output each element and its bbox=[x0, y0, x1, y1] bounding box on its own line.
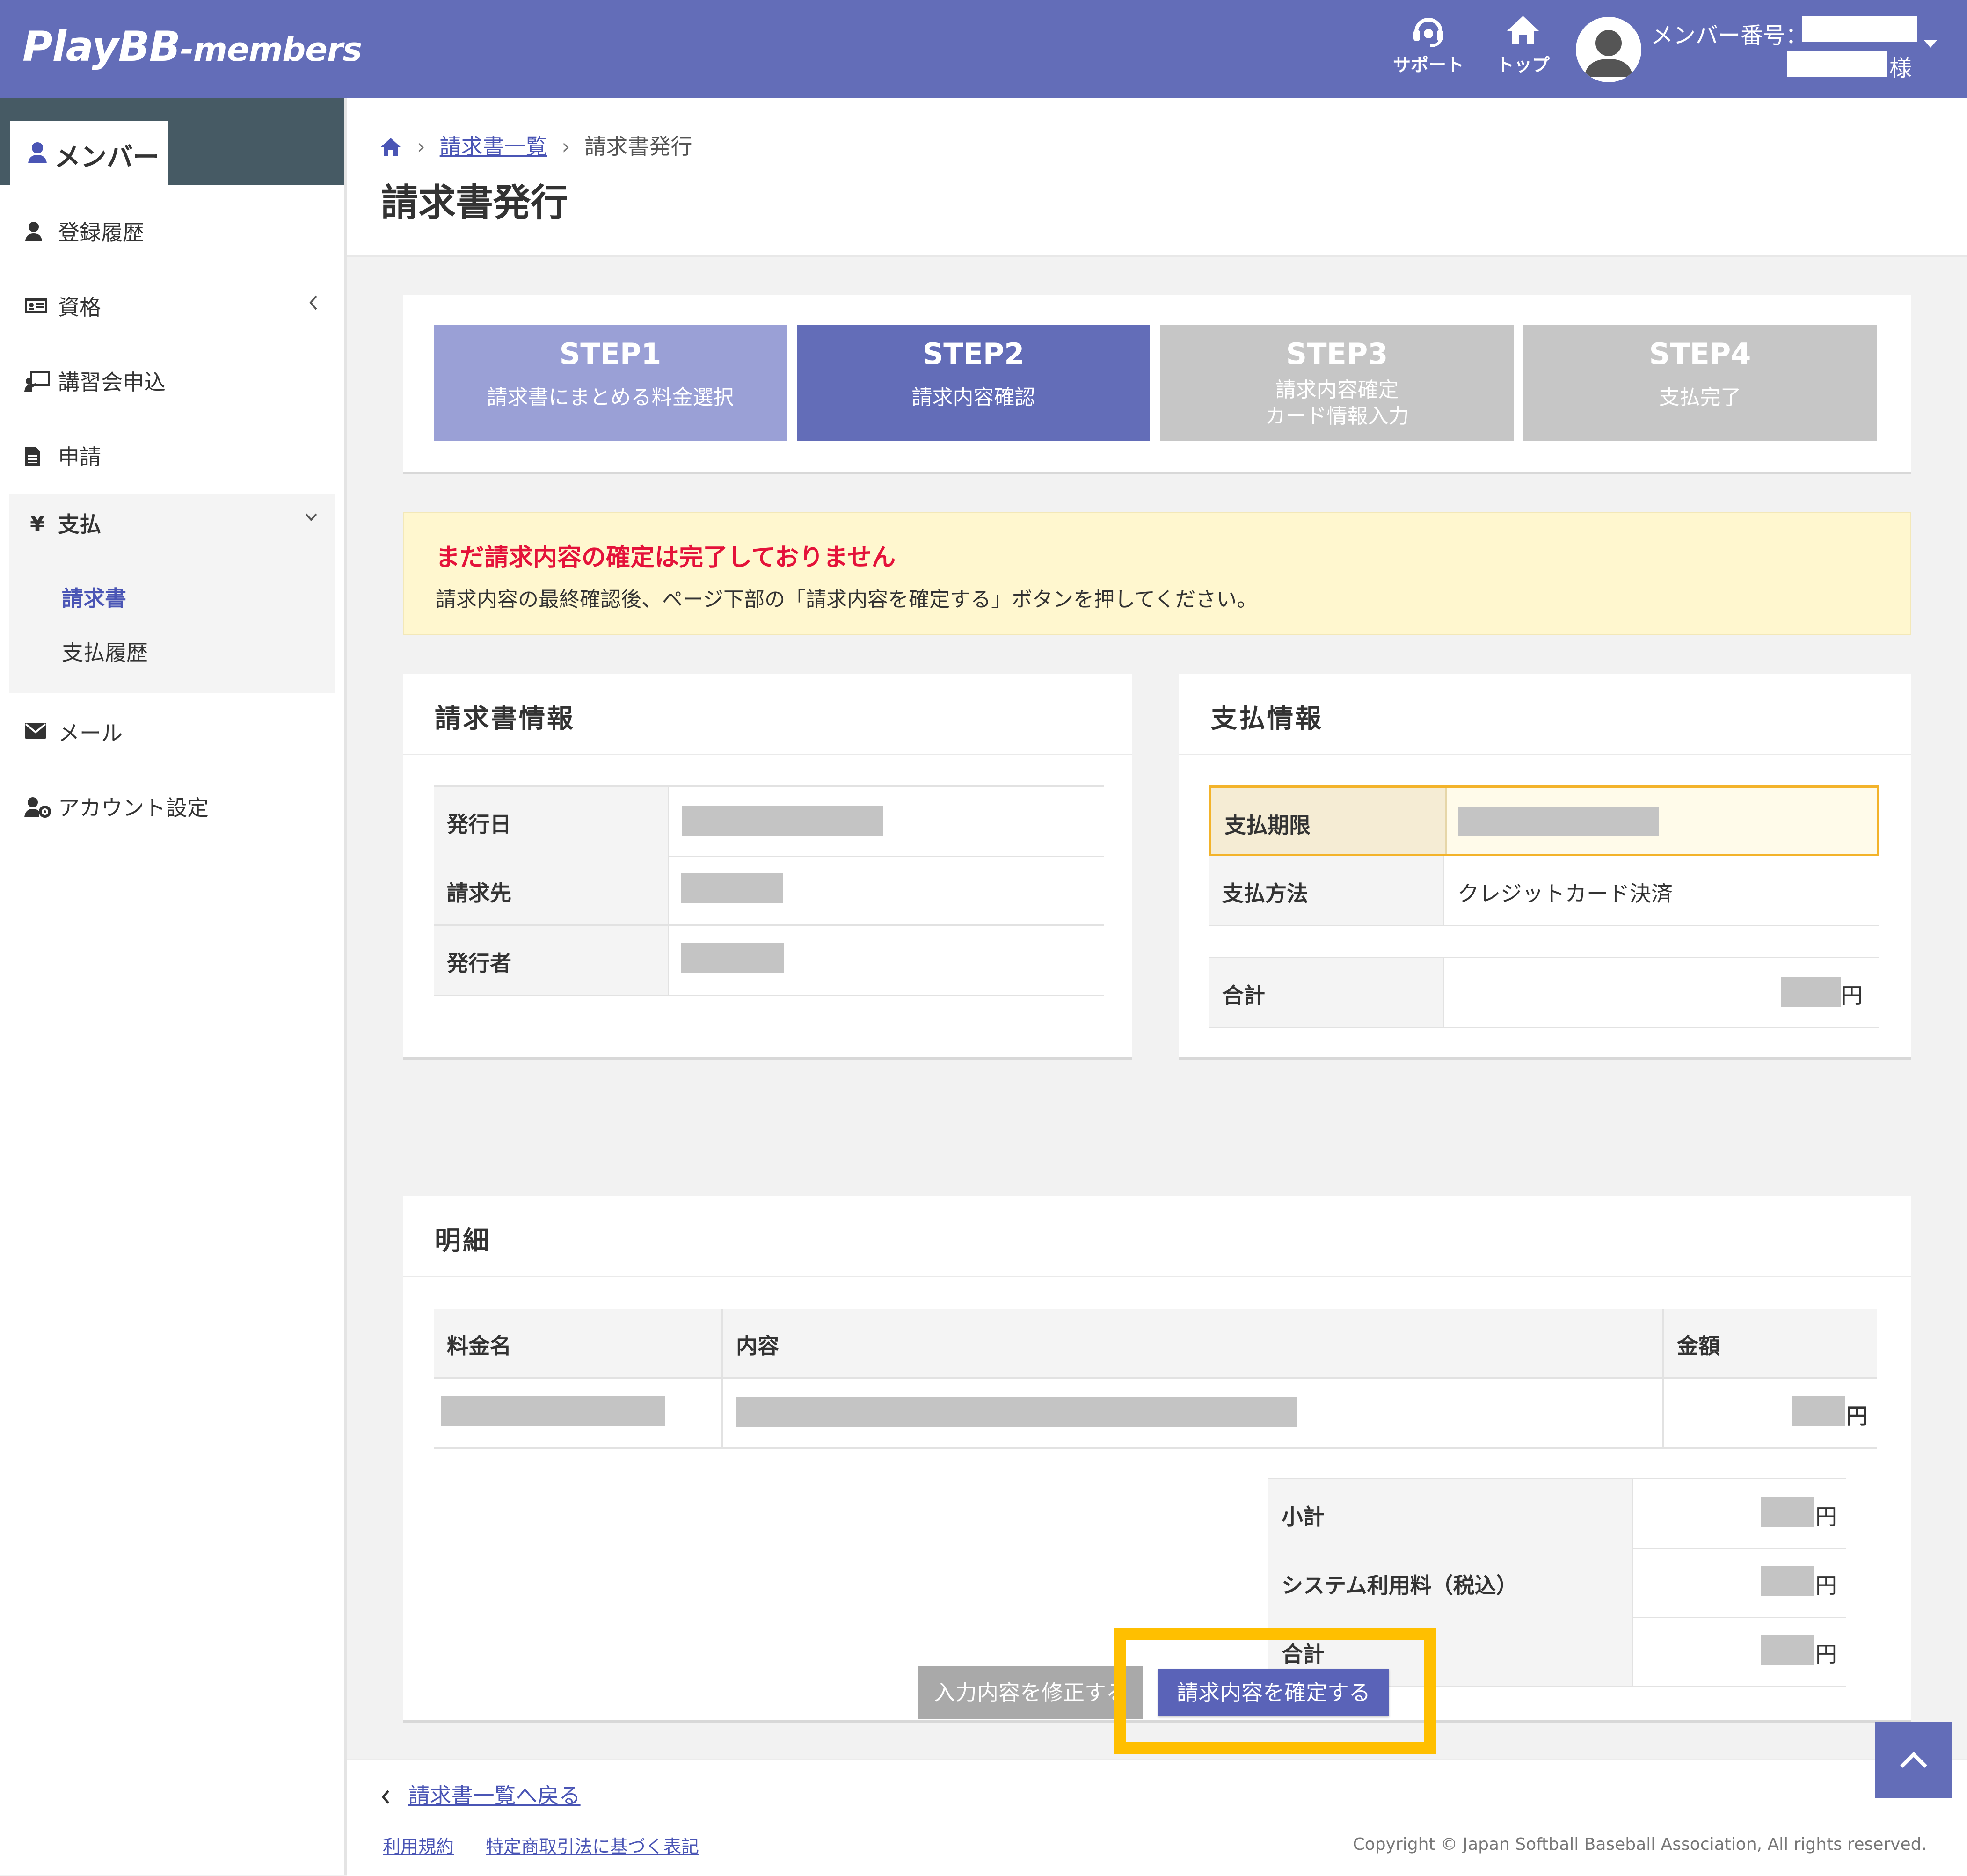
chevron-left-icon bbox=[381, 1783, 398, 1808]
payment-info-card: 支払情報 支払期限 支払方法 クレジットカード決済 合計 円 bbox=[1179, 674, 1911, 1060]
breadcrumb-separator-icon: › bbox=[416, 134, 426, 159]
breadcrumb-invoice-list-link[interactable]: 請求書一覧 bbox=[440, 134, 547, 159]
breadcrumb: › 請求書一覧 › 請求書発行 bbox=[379, 130, 692, 160]
subtotal-value bbox=[1761, 1497, 1814, 1527]
fee-content-value bbox=[736, 1397, 1297, 1427]
support-button[interactable]: サポート bbox=[1389, 13, 1468, 83]
subtotal-row: 小計 円 bbox=[1268, 1478, 1846, 1549]
sidebar-item-registration-history[interactable]: 登録履歴 bbox=[0, 203, 344, 259]
payment-total-row: 合計 円 bbox=[1209, 957, 1879, 1028]
payment-total-value bbox=[1781, 977, 1841, 1007]
commercial-law-link[interactable]: 特定商取引法に基づく表記 bbox=[486, 1832, 699, 1858]
alert-body: 請求内容の最終確認後、ページ下部の「請求内容を確定する」ボタンを押してください。 bbox=[436, 588, 1258, 611]
step-2: STEP2 請求内容確認 bbox=[797, 325, 1150, 441]
yen-icon: ¥ bbox=[30, 511, 45, 537]
system-fee-value bbox=[1761, 1566, 1814, 1596]
bill-to-row: 請求先 bbox=[434, 856, 1104, 926]
member-number-label: メンバー番号： bbox=[1651, 22, 1808, 49]
user-avatar[interactable] bbox=[1576, 17, 1641, 82]
sidebar: メンバー 登録履歴 資格 講習会申込 申請 ¥ 支払 請求書 支払履歴 メール … bbox=[0, 98, 347, 1875]
breadcrumb-separator-icon: › bbox=[561, 134, 570, 159]
step-1: STEP1 請求書にまとめる料金選択 bbox=[434, 325, 787, 441]
member-number-value bbox=[1802, 16, 1917, 42]
payment-method-value: クレジットカード決済 bbox=[1457, 881, 1673, 906]
system-fee-row: システム利用料（税込） 円 bbox=[1268, 1548, 1846, 1618]
confirm-invoice-button[interactable]: 請求内容を確定する bbox=[1158, 1669, 1389, 1716]
app-logo[interactable]: PlayBB-members bbox=[22, 22, 362, 71]
scroll-to-top-button[interactable] bbox=[1875, 1722, 1952, 1798]
step-indicator: STEP1 請求書にまとめる料金選択 STEP2 請求内容確認 STEP3 請求… bbox=[403, 295, 1911, 474]
payment-due-row: 支払期限 bbox=[1209, 785, 1879, 856]
user-icon bbox=[24, 221, 43, 244]
footer: 請求書一覧へ戻る 利用規約 特定商取引法に基づく表記 Copyright © J… bbox=[347, 1759, 1967, 1876]
sidebar-item-account-settings[interactable]: アカウント設定 bbox=[0, 778, 344, 834]
copyright-text: Copyright © Japan Softball Baseball Asso… bbox=[1353, 1835, 1927, 1854]
sidebar-subitem-payment-history[interactable]: 支払履歴 bbox=[62, 636, 148, 667]
invoice-info-title: 請求書情報 bbox=[435, 704, 575, 734]
honorific-text: 様 bbox=[1889, 55, 1912, 81]
fee-name-value bbox=[441, 1396, 665, 1426]
home-icon[interactable] bbox=[379, 134, 409, 159]
invoice-info-card: 請求書情報 発行日 請求先 発行者 bbox=[403, 674, 1132, 1060]
issuer-value bbox=[681, 943, 784, 973]
back-to-invoice-list-link[interactable]: 請求書一覧へ戻る bbox=[381, 1779, 581, 1810]
title-band: › 請求書一覧 › 請求書発行 請求書発行 bbox=[347, 98, 1967, 257]
user-menu-caret-icon[interactable] bbox=[1924, 40, 1937, 48]
sidebar-tab-bar: メンバー bbox=[0, 98, 344, 185]
bill-to-value bbox=[681, 873, 783, 903]
headset-icon bbox=[1389, 13, 1468, 51]
sidebar-item-mail[interactable]: メール bbox=[0, 703, 344, 759]
step-3: STEP3 請求内容確定 カード情報入力 bbox=[1160, 325, 1514, 441]
user-gear-icon bbox=[24, 797, 52, 820]
terms-link[interactable]: 利用規約 bbox=[383, 1832, 454, 1858]
fee-amount-value bbox=[1792, 1396, 1845, 1426]
sidebar-item-application[interactable]: 申請 bbox=[0, 427, 344, 483]
detail-title: 明細 bbox=[435, 1226, 491, 1256]
sidebar-item-course-application[interactable]: 講習会申込 bbox=[0, 352, 344, 408]
detail-table-header: 料金名 内容 金額 bbox=[434, 1309, 1877, 1379]
breadcrumb-current: 請求書発行 bbox=[584, 134, 692, 159]
sidebar-subitem-invoice[interactable]: 請求書 bbox=[62, 582, 126, 612]
chalkboard-icon bbox=[24, 371, 50, 393]
page-title: 請求書発行 bbox=[381, 181, 568, 225]
issue-date-row: 発行日 bbox=[434, 785, 1104, 857]
main-content: › 請求書一覧 › 請求書発行 請求書発行 STEP1 請求書にまとめる料金選択… bbox=[347, 98, 1967, 1876]
sidebar-item-qualification[interactable]: 資格 bbox=[0, 277, 344, 334]
user-icon bbox=[27, 142, 48, 166]
unconfirmed-alert: まだ請求内容の確定は完了しておりません 請求内容の最終確認後、ページ下部の「請求… bbox=[403, 512, 1911, 635]
home-icon bbox=[1483, 13, 1563, 51]
top-home-button[interactable]: トップ bbox=[1483, 13, 1563, 83]
document-icon bbox=[24, 446, 41, 469]
chevron-up-icon bbox=[1875, 1752, 1952, 1800]
sidebar-group-payment: ¥ 支払 請求書 支払履歴 bbox=[9, 494, 335, 693]
chevron-left-icon bbox=[309, 294, 318, 316]
issuer-row: 発行者 bbox=[434, 926, 1104, 996]
payment-info-title: 支払情報 bbox=[1211, 704, 1323, 734]
step-4: STEP4 支払完了 bbox=[1523, 325, 1877, 441]
top-header: PlayBB-members サポート トップ メンバー番号： 様 bbox=[0, 0, 1967, 98]
table-row: 円 bbox=[434, 1379, 1877, 1449]
step-3-desc: 請求内容確定 カード情報入力 bbox=[1265, 378, 1409, 428]
alert-title: まだ請求内容の確定は完了しておりません bbox=[436, 544, 896, 572]
chevron-down-icon[interactable] bbox=[304, 512, 318, 524]
issue-date-value bbox=[682, 806, 883, 836]
envelope-icon bbox=[24, 722, 47, 742]
payment-method-row: 支払方法 クレジットカード決済 bbox=[1209, 856, 1879, 926]
grand-total-value bbox=[1761, 1635, 1814, 1665]
id-card-icon bbox=[24, 296, 48, 317]
member-name-value bbox=[1787, 51, 1887, 77]
sidebar-item-payment[interactable]: 支払 bbox=[58, 508, 101, 538]
edit-input-button[interactable]: 入力内容を修正する bbox=[918, 1666, 1143, 1719]
payment-due-value bbox=[1458, 807, 1659, 836]
sidebar-tab-member[interactable]: メンバー bbox=[10, 121, 168, 185]
